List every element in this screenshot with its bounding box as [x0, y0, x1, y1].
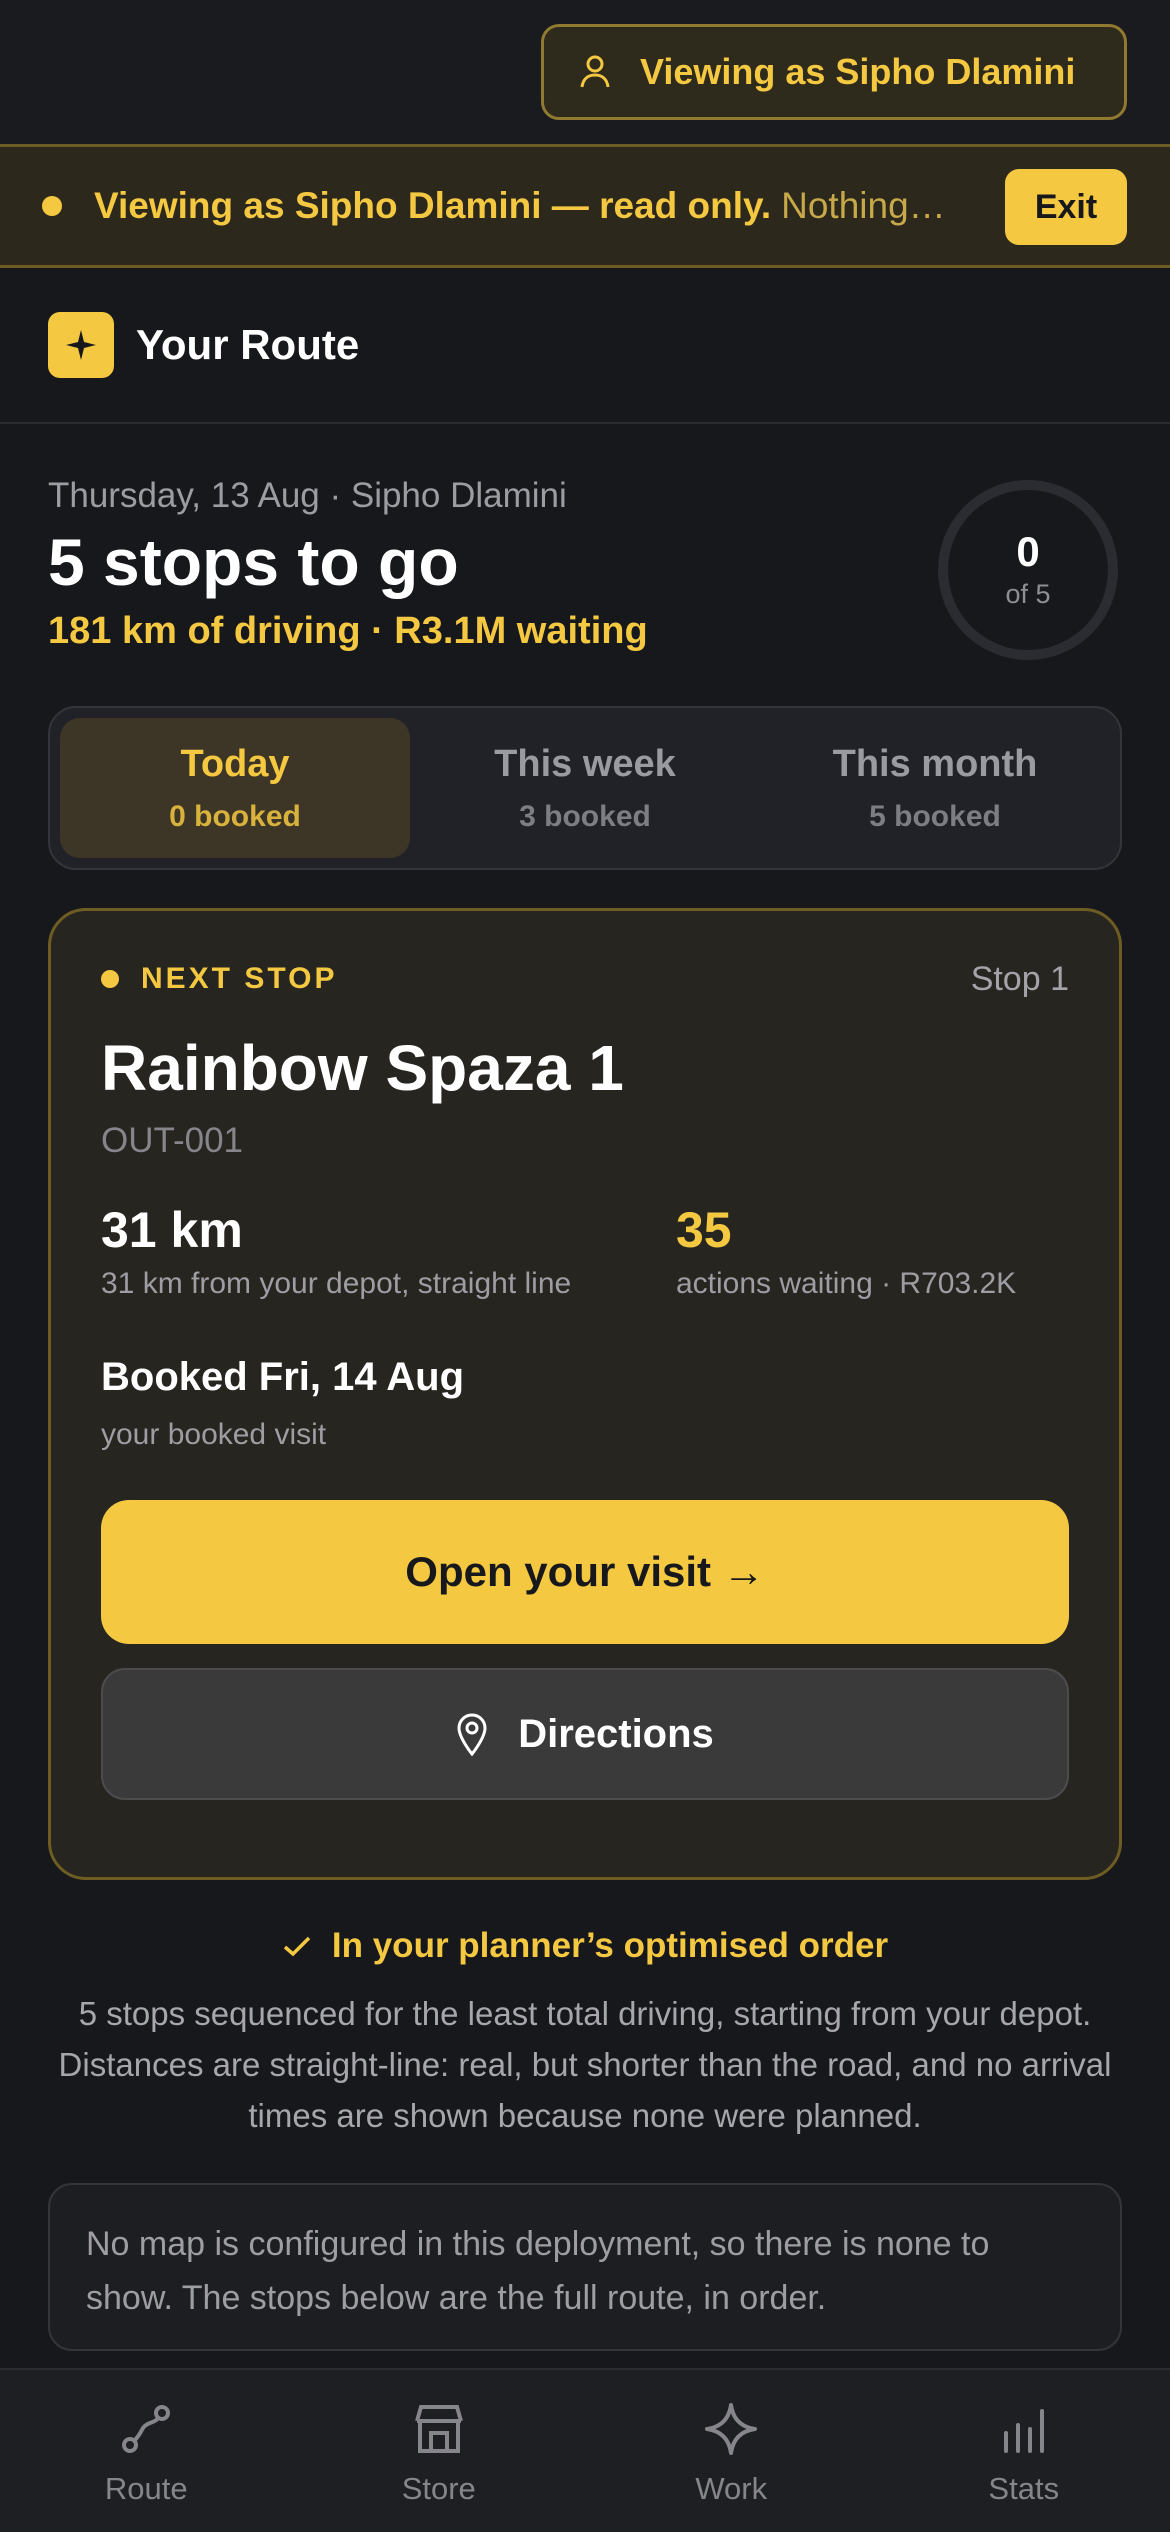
route-icon — [122, 2405, 171, 2453]
next-stop-header: NEXT STOP Stop 1 — [101, 947, 1069, 1011]
nav-stats[interactable]: Stats — [878, 2370, 1170, 2532]
nav-label: Work — [695, 2471, 768, 2506]
tab-this-month[interactable]: This month 5 booked — [760, 718, 1110, 858]
map-pin-icon — [457, 1713, 487, 1756]
nav-store[interactable]: Store — [293, 2370, 586, 2532]
map-note: No map is configured in this deployment,… — [48, 2183, 1122, 2351]
actions-metric: 35 actions waiting · R703.2K — [676, 1201, 1016, 1301]
actions-caption: actions waiting · R703.2K — [676, 1267, 1017, 1300]
next-stop-card: NEXT STOP Stop 1 Rainbow Spaza 1 OUT-001… — [48, 908, 1122, 1880]
exit-button[interactable]: Exit — [1005, 169, 1127, 245]
sparkle-icon — [705, 2403, 758, 2455]
booked-value: Booked Fri, 14 Aug — [101, 1355, 465, 1399]
tab-label: This month — [832, 742, 1038, 785]
optimised-title: In your planner’s optimised order — [0, 1926, 1170, 1966]
period-tabs: Today 0 booked This week 3 booked This m… — [48, 706, 1122, 870]
tab-today[interactable]: Today 0 booked — [60, 718, 410, 858]
optimised-description: 5 stops sequenced for the least total dr… — [58, 1995, 1112, 2134]
read-only-banner: Viewing as Sipho Dlamini — read only. No… — [0, 144, 1170, 268]
user-icon — [580, 55, 610, 88]
status-dot — [42, 196, 62, 216]
tab-sub: 5 booked — [869, 799, 1001, 833]
app-header: Your Route — [0, 268, 1170, 424]
nav-label: Store — [401, 2471, 476, 2506]
banner-bold-text: Viewing as Sipho Dlamini — read only. — [94, 185, 772, 226]
tab-this-week[interactable]: This week 3 booked — [410, 718, 760, 858]
distance-value: 31 km — [101, 1202, 243, 1258]
store-name: Rainbow Spaza 1 — [101, 1032, 624, 1104]
bottom-nav: Route Store Work Stats — [0, 2368, 1170, 2532]
stop-metrics: 31 km 31 km from your depot, straight li… — [101, 1201, 1069, 1301]
nav-route[interactable]: Route — [0, 2370, 293, 2532]
stop-number: Stop 1 — [970, 959, 1069, 998]
check-icon — [283, 1936, 311, 1957]
progress-total: of 5 — [1005, 578, 1051, 609]
page-title: Your Route — [136, 321, 360, 368]
next-stop-label: NEXT STOP — [141, 962, 338, 995]
progress-ring: 0 of 5 — [938, 480, 1118, 660]
store-icon — [414, 2405, 463, 2453]
tab-sub: 3 booked — [519, 799, 651, 833]
booked-caption: your booked visit — [101, 1418, 327, 1451]
viewing-as-button[interactable]: Viewing as Sipho Dlamini — [541, 24, 1127, 120]
bar-chart-icon — [1003, 2409, 1044, 2453]
next-stop-dot — [101, 970, 119, 988]
banner-dim-text: Nothing you do here is saved. — [781, 185, 949, 226]
directions-label: Directions — [518, 1711, 714, 1756]
nav-label: Stats — [988, 2471, 1060, 2506]
top-bar: Viewing as Sipho Dlamini — [0, 0, 1170, 144]
compass-star-icon — [48, 312, 114, 378]
distance-metric: 31 km 31 km from your depot, straight li… — [101, 1201, 676, 1301]
open-visit-button[interactable]: Open your visit → — [101, 1500, 1069, 1644]
route-summary: Thursday, 13 Aug · Sipho Dlamini 5 stops… — [0, 424, 1170, 706]
store-code: OUT-001 — [101, 1121, 243, 1160]
directions-button[interactable]: Directions — [101, 1668, 1069, 1800]
tab-label: This week — [494, 742, 676, 785]
distance-caption: 31 km from your depot, straight line — [101, 1267, 572, 1300]
viewing-as-label: Viewing as Sipho Dlamini — [640, 51, 1076, 92]
nav-work[interactable]: Work — [585, 2370, 878, 2532]
nav-label: Route — [104, 2471, 188, 2506]
actions-value: 35 — [676, 1202, 732, 1258]
optimised-title-text: In your planner’s optimised order — [331, 1926, 889, 1965]
tab-label: Today — [180, 742, 290, 785]
progress-done: 0 — [1016, 527, 1040, 575]
booked-visit: Booked Fri, 14 Aug your booked visit — [101, 1355, 1069, 1452]
tab-sub: 0 booked — [169, 799, 301, 833]
